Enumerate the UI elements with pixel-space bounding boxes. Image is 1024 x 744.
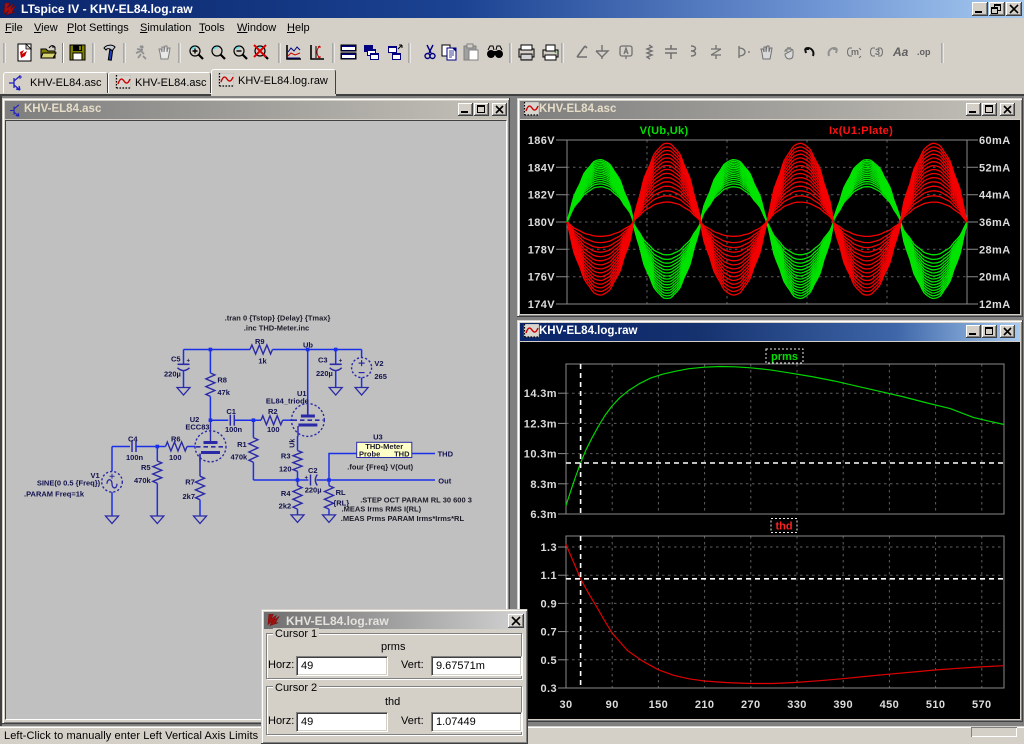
- svg-text:C1: C1: [226, 407, 236, 416]
- svg-text:.STEP OCT PARAM RL 30 600 3: .STEP OCT PARAM RL 30 600 3: [360, 495, 472, 504]
- svg-text:178V: 178V: [528, 244, 556, 256]
- svg-text:0.3: 0.3: [541, 683, 558, 695]
- svg-text:R8: R8: [217, 375, 227, 384]
- svg-text:.PARAM Freq=1k: .PARAM Freq=1k: [24, 489, 85, 498]
- svg-text:R7: R7: [185, 477, 195, 486]
- svg-text:+: +: [305, 476, 309, 482]
- svg-text:Aa: Aa: [892, 45, 909, 59]
- svg-text:thd: thd: [775, 521, 792, 533]
- svg-text:150: 150: [649, 699, 669, 711]
- svg-text:220µ: 220µ: [305, 485, 322, 494]
- svg-text:R6: R6: [171, 434, 181, 443]
- svg-text:.tran 0 {Tstop} {Delay} {Tmax}: .tran 0 {Tstop} {Delay} {Tmax}: [225, 314, 331, 323]
- svg-text:36mA: 36mA: [979, 217, 1011, 229]
- svg-text:ECC83: ECC83: [185, 422, 209, 431]
- svg-text:0.7: 0.7: [541, 627, 558, 639]
- svg-text:THD: THD: [438, 449, 454, 458]
- svg-text:1.1: 1.1: [541, 570, 558, 582]
- svg-text:120: 120: [279, 464, 292, 473]
- svg-text:R1: R1: [237, 440, 247, 449]
- svg-text:90: 90: [606, 699, 619, 711]
- svg-text:V(Ub,Uk): V(Ub,Uk): [640, 125, 689, 137]
- svg-text:220µ: 220µ: [316, 369, 333, 378]
- svg-text:.op: .op: [917, 47, 931, 57]
- svg-text:C2: C2: [308, 466, 318, 475]
- svg-text:6.3m: 6.3m: [530, 509, 557, 521]
- svg-text:R5: R5: [141, 463, 151, 472]
- svg-text:220µ: 220µ: [164, 369, 181, 378]
- svg-text:.four {Freq} V(Out): .four {Freq} V(Out): [347, 463, 413, 472]
- svg-text:R2: R2: [268, 407, 278, 416]
- svg-text:Out: Out: [438, 477, 451, 486]
- svg-text:510: 510: [926, 699, 946, 711]
- svg-text:47k: 47k: [217, 388, 230, 397]
- svg-text:210: 210: [695, 699, 715, 711]
- svg-text:1k: 1k: [258, 356, 267, 365]
- svg-text:12.3m: 12.3m: [524, 418, 557, 430]
- svg-text:m: m: [851, 47, 859, 57]
- svg-text:2k2: 2k2: [279, 502, 292, 511]
- svg-text:2k7: 2k7: [182, 492, 195, 501]
- svg-text:0.9: 0.9: [541, 598, 558, 610]
- svg-text:60mA: 60mA: [979, 135, 1011, 147]
- svg-text:V2: V2: [374, 359, 383, 368]
- svg-text:52mA: 52mA: [979, 162, 1011, 174]
- svg-text:prms: prms: [771, 351, 798, 363]
- svg-text:390: 390: [833, 699, 853, 711]
- svg-text:20mA: 20mA: [979, 272, 1011, 284]
- svg-text:C4: C4: [128, 435, 138, 444]
- svg-text:R9: R9: [255, 337, 265, 346]
- svg-text:100n: 100n: [225, 425, 243, 434]
- svg-text:182V: 182V: [528, 190, 556, 202]
- svg-text:Ub: Ub: [303, 341, 313, 350]
- svg-text:EL84_triode: EL84_triode: [266, 397, 309, 406]
- svg-text:330: 330: [787, 699, 807, 711]
- svg-text:265: 265: [374, 372, 387, 381]
- svg-text:14.3m: 14.3m: [524, 388, 557, 400]
- svg-text:176V: 176V: [528, 272, 556, 284]
- svg-text:12mA: 12mA: [979, 299, 1011, 311]
- svg-text:C3: C3: [318, 355, 328, 364]
- svg-text:.MEAS Irms RMS I(RL): .MEAS Irms RMS I(RL): [342, 505, 422, 514]
- svg-text:RL: RL: [336, 488, 346, 497]
- svg-text:THD: THD: [394, 449, 410, 458]
- svg-text:184V: 184V: [528, 162, 556, 174]
- svg-text:470k: 470k: [231, 453, 249, 462]
- svg-text:44mA: 44mA: [979, 190, 1011, 202]
- svg-text:U3: U3: [373, 433, 383, 442]
- svg-text:+: +: [187, 359, 191, 365]
- svg-text:.inc THD-Meter.inc: .inc THD-Meter.inc: [244, 324, 309, 333]
- svg-text:C5: C5: [171, 355, 181, 364]
- svg-text:R3: R3: [281, 452, 291, 461]
- svg-text:30: 30: [559, 699, 572, 711]
- svg-text:470k: 470k: [134, 476, 152, 485]
- svg-text:174V: 174V: [528, 299, 556, 311]
- svg-text:270: 270: [741, 699, 761, 711]
- svg-text:Ix(U1:Plate): Ix(U1:Plate): [829, 125, 893, 137]
- svg-text:186V: 186V: [528, 135, 556, 147]
- svg-text:Probe: Probe: [359, 449, 380, 458]
- svg-text:100n: 100n: [126, 453, 144, 462]
- svg-text:100: 100: [169, 453, 182, 462]
- svg-text:570: 570: [972, 699, 992, 711]
- svg-text:+: +: [339, 359, 343, 365]
- svg-text:R4: R4: [281, 489, 291, 498]
- svg-text:.MEAS Prms PARAM Irms*Irms*RL: .MEAS Prms PARAM Irms*Irms*RL: [341, 514, 465, 523]
- svg-text:10.3m: 10.3m: [524, 449, 557, 461]
- svg-text:450: 450: [880, 699, 900, 711]
- svg-text:SINE(0 0.5 {Freq}): SINE(0 0.5 {Freq}): [37, 478, 101, 487]
- svg-text:Uk: Uk: [290, 439, 297, 448]
- svg-text:100: 100: [267, 425, 280, 434]
- svg-text:28mA: 28mA: [979, 244, 1011, 256]
- svg-text:180V: 180V: [528, 217, 556, 229]
- svg-text:1.3: 1.3: [541, 542, 558, 554]
- svg-text:8.3m: 8.3m: [530, 479, 557, 491]
- svg-text:0.5: 0.5: [541, 655, 558, 667]
